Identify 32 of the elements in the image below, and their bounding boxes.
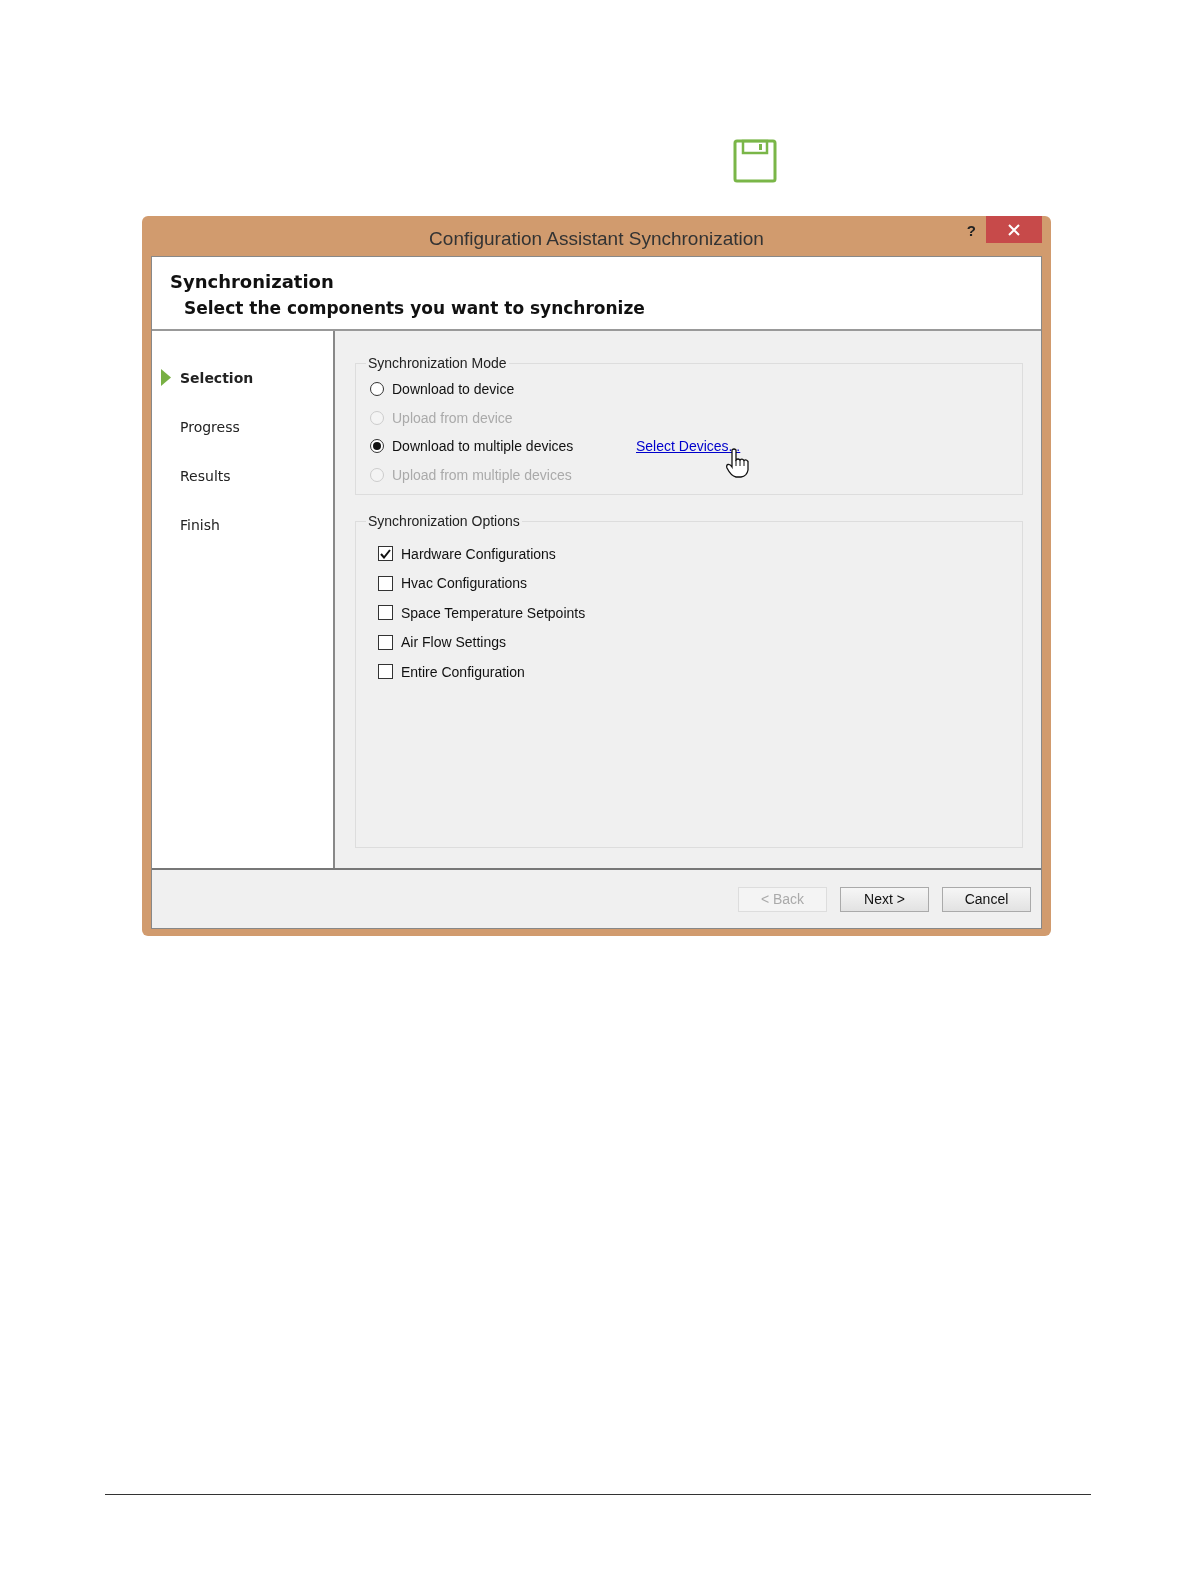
wizard-step: Results [180,467,231,484]
checkbox[interactable] [378,575,393,591]
group-title: Synchronization Options [367,513,521,529]
select-devices-link[interactable]: Select Devices... [636,438,741,455]
close-icon [1008,223,1020,236]
radio-label: Upload from device [392,409,513,426]
checkbox-label: Entire Configuration [401,663,525,680]
checkbox-label: Space Temperature Setpoints [401,604,586,621]
radio-button[interactable] [370,382,384,397]
window-title: Configuration Assistant Synchronization [429,227,764,250]
checkbox[interactable] [378,546,393,562]
help-button[interactable]: ? [966,222,976,239]
radio-button[interactable] [370,439,384,454]
dialog-button[interactable]: Cancel [942,886,1031,912]
radio-label: Upload from multiple devices [392,466,572,483]
checkbox-label: Air Flow Settings [401,634,507,651]
checkbox[interactable] [378,605,393,621]
group-title: Synchronization Mode [367,355,508,371]
checkbox-label: Hardware Configurations [401,545,556,562]
radio-label: Download to device [392,381,515,398]
page-title: Synchronization [170,271,335,292]
close-button[interactable] [986,216,1042,243]
checkbox[interactable] [378,664,393,680]
radio-label: Download to multiple devices [392,438,574,455]
page-subtitle: Select the components you want to synchronize [184,298,646,318]
checkbox[interactable] [378,634,393,650]
checkbox-label: Hvac Configurations [401,575,528,592]
save-icon [733,139,777,183]
wizard-step: Progress [180,418,240,435]
dialog-button[interactable]: Next > [840,886,929,912]
wizard-step: Selection [180,369,254,386]
wizard-step: Finish [180,516,220,533]
